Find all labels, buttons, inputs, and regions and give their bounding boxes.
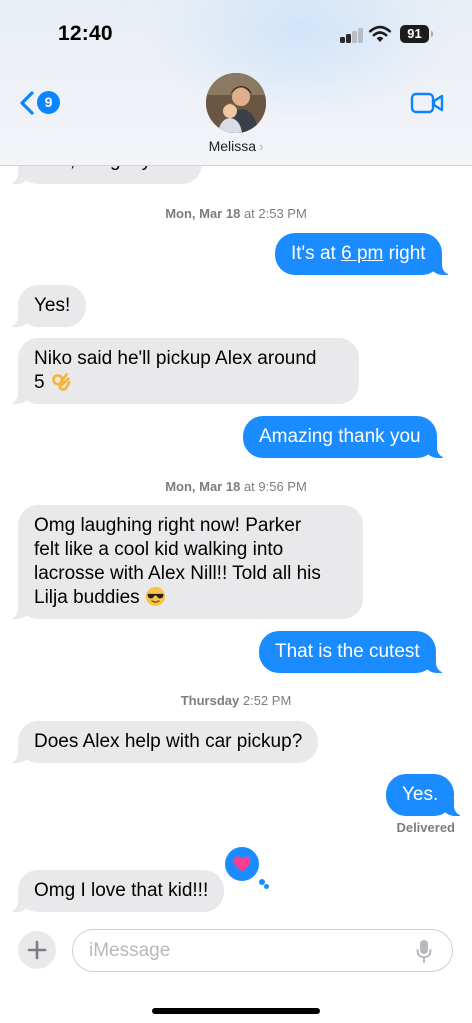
- message-bubble-incoming[interactable]: Does Alex help with car pickup?: [7, 721, 319, 763]
- heart-tapback[interactable]: [222, 844, 262, 884]
- timestamp: Mon, Mar 18 at 9:56 PM: [0, 479, 472, 494]
- delivered-status: Delivered: [396, 820, 455, 835]
- home-indicator[interactable]: [152, 1008, 320, 1014]
- message-input-placeholder: iMessage: [89, 940, 171, 961]
- chevron-right-icon: ›: [259, 139, 264, 154]
- timestamp-time: 2:52 PM: [242, 693, 292, 708]
- apps-plus-button[interactable]: [18, 931, 56, 969]
- timestamp: Mon, Mar 18 at 2:53 PM: [0, 206, 472, 221]
- cellular-signal-icon: [340, 27, 364, 43]
- message-bubble-incoming[interactable]: Omg I love that kid!!!: [7, 870, 225, 912]
- video-call-icon[interactable]: [410, 91, 444, 115]
- message-input[interactable]: iMessage: [72, 929, 453, 972]
- message-text: That is the cutest: [275, 641, 420, 662]
- ok-hand-emoji: [52, 373, 71, 391]
- timestamp-time: at 2:53 PM: [243, 206, 307, 221]
- timestamp: Thursday 2:52 PM: [0, 693, 472, 708]
- message-text: Omg laughing right now! Parker felt like …: [34, 515, 321, 608]
- message-text: It's at 6 pm right: [291, 243, 426, 264]
- timestamp-day: Mon, Mar 18: [165, 206, 241, 221]
- contact-name-button[interactable]: Melissa ›: [0, 138, 472, 154]
- timestamp-day: Mon, Mar 18: [165, 479, 241, 494]
- time-link[interactable]: 6 pm: [341, 243, 383, 264]
- tapback-tail: [264, 884, 269, 889]
- back-button[interactable]: 9: [18, 88, 62, 118]
- timestamp-time: at 9:56 PM: [243, 479, 307, 494]
- contact-avatar[interactable]: [206, 73, 266, 133]
- contact-name: Melissa: [208, 138, 257, 154]
- wifi-icon: [368, 25, 392, 42]
- message-bubble-incoming[interactable]: Omg laughing right now! Parker felt like …: [8, 505, 363, 619]
- message-bubble-outgoing[interactable]: Amazing thank you: [243, 416, 447, 458]
- avatar-photo: [206, 73, 266, 133]
- conversation-header: 12:40 91 9 Melissa ›: [0, 0, 472, 166]
- status-bar: 12:40 91: [0, 0, 472, 70]
- microphone-icon[interactable]: [416, 939, 432, 963]
- message-bubble-outgoing[interactable]: Yes.: [386, 774, 465, 816]
- message-text: Amazing thank you: [259, 426, 421, 447]
- unread-count-badge: 9: [37, 91, 60, 114]
- message-bubble-outgoing[interactable]: That is the cutest: [259, 631, 446, 673]
- message-text: Yes!: [34, 295, 71, 316]
- heart-icon: [233, 856, 251, 872]
- chevron-left-icon: [20, 91, 34, 115]
- message-text: Does Alex help with car pickup?: [34, 731, 303, 752]
- message-text: Omg I love that kid!!!: [34, 880, 209, 901]
- message-bubble-incoming[interactable]: Niko said he'll pickup Alex around 5: [8, 338, 359, 404]
- message-text: Niko said he'll pickup Alex around 5: [34, 348, 317, 393]
- sunglasses-emoji: [145, 586, 166, 607]
- timestamp-day: Thursday: [180, 693, 240, 708]
- plus-icon: [27, 940, 47, 960]
- message-bubble-incoming[interactable]: Yes!: [7, 285, 87, 327]
- battery-indicator: 91: [400, 25, 433, 43]
- message-text: Yes.: [402, 784, 439, 805]
- status-time: 12:40: [58, 22, 113, 45]
- message-bubble-outgoing[interactable]: It's at 6 pm right: [275, 233, 452, 275]
